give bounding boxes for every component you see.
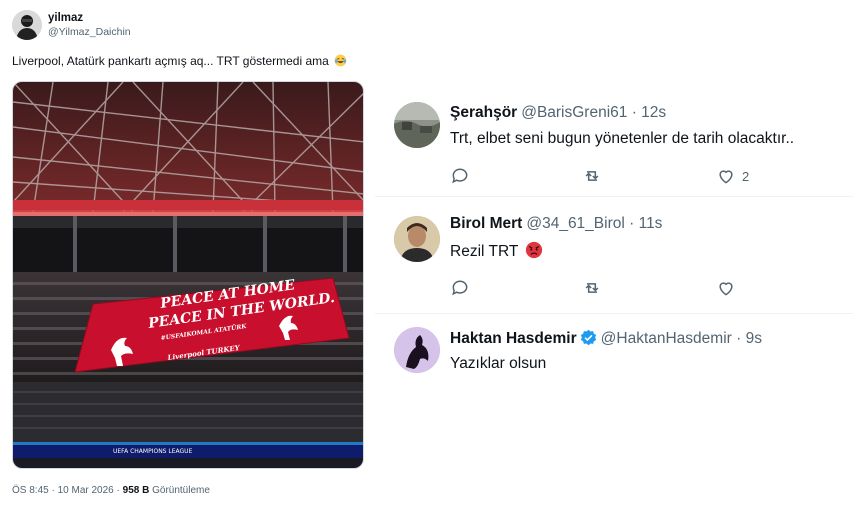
reply-handle[interactable]: @34_61_Birol xyxy=(526,215,624,232)
avatar[interactable] xyxy=(394,327,440,373)
repost-icon xyxy=(585,283,599,293)
meta-separator-2: · xyxy=(113,485,123,496)
like-count: 2 xyxy=(742,168,750,184)
like-button[interactable] xyxy=(716,278,736,298)
views-label: Görüntüleme xyxy=(152,485,210,496)
reply-time[interactable]: · 9s xyxy=(736,330,762,347)
repost-button[interactable] xyxy=(582,166,602,186)
heart-icon xyxy=(719,170,733,184)
reply-time[interactable]: · 11s xyxy=(629,215,662,232)
avatar[interactable] xyxy=(12,10,42,40)
views-count: 958 B xyxy=(122,485,150,496)
reply-text: Trt, elbet seni bugun yönetenler de tari… xyxy=(450,130,795,147)
board-text: UEFA CHAMPIONS LEAGUE xyxy=(113,448,193,455)
like-button[interactable]: 2 xyxy=(716,166,749,186)
tweet-photo[interactable]: PEACE AT HOME PEACE IN THE WORLD. #USFAI… xyxy=(12,81,364,469)
avatar[interactable] xyxy=(394,216,440,262)
tweet-author[interactable]: yilmaz @Yilmaz_Daichin xyxy=(12,10,131,40)
reply-button[interactable] xyxy=(450,278,470,298)
reply-item[interactable]: Birol Mert @34_61_Birol · 11s Rezil TRT xyxy=(375,198,853,314)
reply-display-name[interactable]: Şerahşör xyxy=(450,104,517,121)
tweet-text-content: Liverpool, Atatürk pankartı açmış aq... … xyxy=(12,54,329,68)
reply-handle[interactable]: @BarisGreni61 xyxy=(521,104,627,121)
meta-separator: · xyxy=(48,485,58,496)
reply-time[interactable]: · 12s xyxy=(632,104,666,121)
repost-icon xyxy=(585,171,599,181)
main-tweet: yilmaz @Yilmaz_Daichin Liverpool, Atatür… xyxy=(0,0,380,505)
author-handle[interactable]: @Yilmaz_Daichin xyxy=(48,25,131,39)
angry-face-icon xyxy=(526,241,543,259)
heart-icon xyxy=(719,282,733,296)
reply-item[interactable]: Şerahşör @BarisGreni61 · 12s Trt, elbet s… xyxy=(375,82,853,197)
tweet-text: Liverpool, Atatürk pankartı açmış aq... … xyxy=(12,54,347,68)
reply-icon xyxy=(452,168,468,184)
tweet-date[interactable]: 10 Mar 2026 xyxy=(58,485,114,496)
laughing-emoji-icon xyxy=(334,54,347,67)
avatar[interactable] xyxy=(394,102,440,148)
reply-text-content: Rezil TRT xyxy=(450,243,519,260)
reply-display-name[interactable]: Haktan Hasdemir xyxy=(450,330,577,347)
reply-button[interactable] xyxy=(450,166,470,186)
reply-item[interactable]: Haktan Hasdemir @HaktanHasdemir · 9s Yazı… xyxy=(375,315,853,394)
tweet-time[interactable]: ÖS 8:45 xyxy=(12,485,49,496)
tweet-meta: ÖS 8:45 · 10 Mar 2026 · 958 B Görüntülem… xyxy=(12,485,210,496)
replies-panel: Şerahşör @BarisGreni61 · 12s Trt, elbet s… xyxy=(375,82,853,394)
reply-handle[interactable]: @HaktanHasdemir xyxy=(601,330,732,347)
reply-text: Yazıklar olsun xyxy=(450,355,547,372)
reply-text: Rezil TRT xyxy=(450,241,543,261)
author-display-name[interactable]: yilmaz xyxy=(48,11,131,25)
reply-icon xyxy=(452,280,468,296)
repost-button[interactable] xyxy=(582,278,602,298)
reply-display-name[interactable]: Birol Mert xyxy=(450,215,522,232)
verified-badge-icon xyxy=(580,329,596,346)
